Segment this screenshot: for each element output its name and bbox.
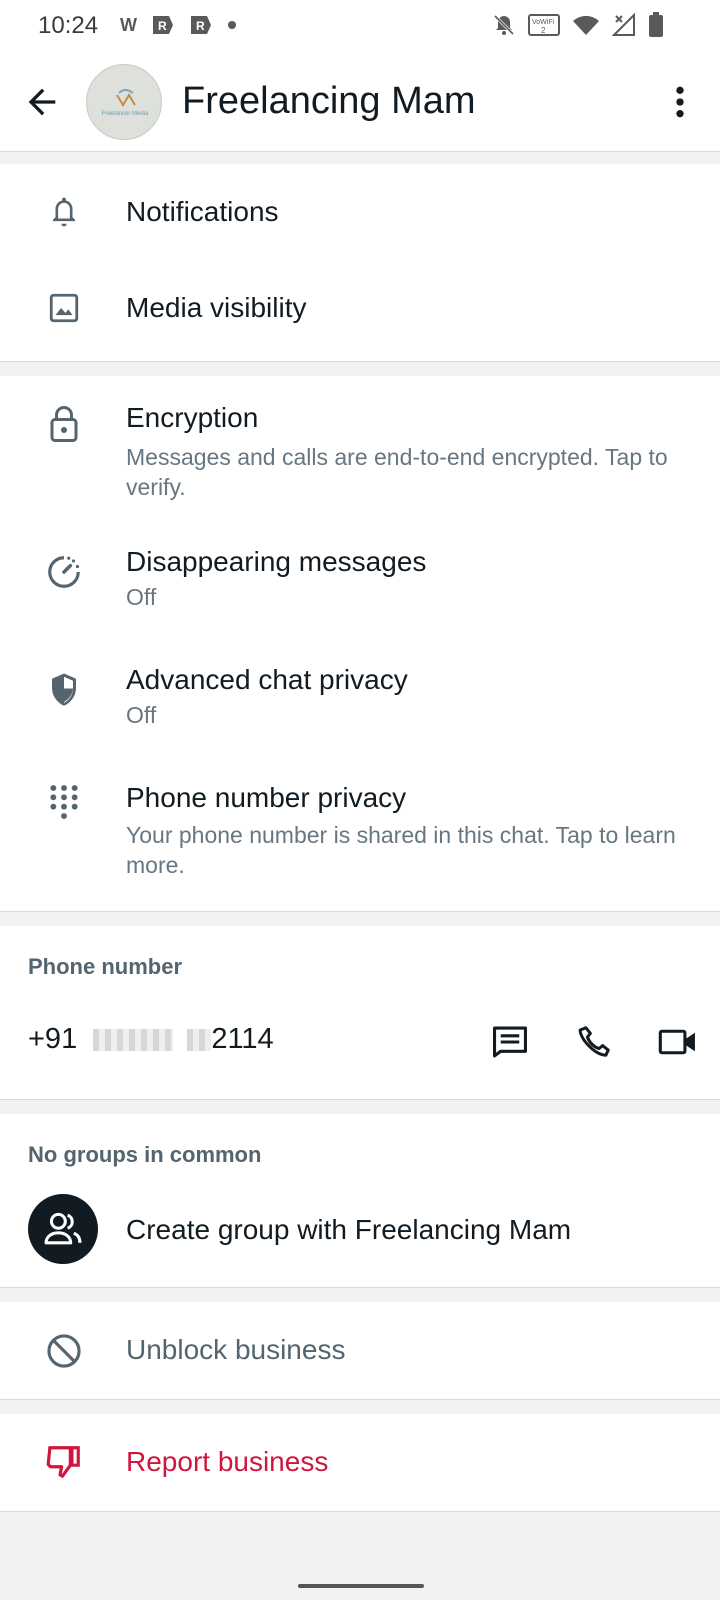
svg-text:Freelancer Media: Freelancer Media: [102, 111, 149, 117]
phone-number-header: Phone number: [28, 954, 183, 979]
report-section: Report business: [0, 1414, 720, 1512]
advanced-chat-privacy-row[interactable]: Advanced chat privacy Off: [0, 644, 720, 760]
advanced-chat-privacy-status: Off: [126, 702, 157, 728]
notifications-label: Notifications: [126, 196, 279, 227]
phone-prefix: +91: [28, 1023, 78, 1055]
encryption-label: Encryption: [126, 402, 259, 433]
dot-icon: [228, 21, 236, 29]
status-bar: 10:24 W R R VoWiFi 2: [0, 0, 720, 52]
message-button[interactable]: [486, 1018, 534, 1066]
svg-text:2: 2: [541, 26, 546, 35]
report-business-label: Report business: [126, 1446, 329, 1477]
svg-text:R: R: [196, 19, 205, 33]
svg-text:R: R: [158, 19, 167, 33]
r-app-icon: R: [153, 16, 173, 34]
phone-number-privacy-row[interactable]: Phone number privacy Your phone number i…: [0, 762, 720, 902]
groups-section: No groups in common Create group with Fr…: [0, 1114, 720, 1288]
status-left-icons: W R R: [120, 14, 237, 36]
phone-number-privacy-label: Phone number privacy: [126, 782, 407, 813]
create-group-label: Create group with Freelancing Mam: [126, 1214, 572, 1245]
more-options-icon[interactable]: [660, 82, 700, 122]
message-icon: [492, 1026, 527, 1058]
w-icon: W: [120, 14, 137, 35]
avatar[interactable]: Freelancer Media: [86, 64, 162, 140]
status-time: 10:24: [38, 12, 99, 39]
back-arrow-icon[interactable]: [22, 82, 62, 122]
disappearing-messages-label: Disappearing messages: [126, 546, 427, 577]
shield-icon: [40, 666, 88, 714]
report-business-row[interactable]: Report business: [0, 1414, 720, 1512]
dialpad-icon: [40, 780, 88, 828]
vowifi-icon: VoWiFi2: [528, 14, 560, 36]
media-visibility-label: Media visibility: [126, 292, 307, 323]
phone-number-section: Phone number +91 2114: [0, 926, 720, 1100]
unblock-business-label: Unblock business: [126, 1334, 346, 1365]
thumbs-down-icon: [40, 1438, 88, 1486]
voice-call-button[interactable]: [570, 1018, 618, 1066]
disappearing-messages-row[interactable]: Disappearing messages Off: [0, 526, 720, 642]
wifi-icon: [573, 15, 599, 35]
media-visibility-row[interactable]: Media visibility: [0, 260, 720, 358]
phone-suffix: 2114: [211, 1023, 274, 1055]
encryption-subtext: Messages and calls are end-to-end encryp…: [126, 444, 668, 500]
group-icon: [44, 1212, 82, 1245]
r-app-icon: R: [191, 16, 211, 34]
settings-section: Notifications Media visibility: [0, 164, 720, 362]
encryption-row[interactable]: Encryption Messages and calls are end-to…: [0, 376, 720, 516]
lock-icon: [40, 400, 88, 448]
video-camera-icon: [658, 1029, 695, 1055]
privacy-section: Encryption Messages and calls are end-to…: [0, 376, 720, 912]
bell-off-icon: [493, 14, 515, 36]
block-icon: [40, 1327, 88, 1375]
advanced-chat-privacy-label: Advanced chat privacy: [126, 664, 408, 695]
redacted-digits: [93, 1029, 174, 1052]
phone-number-privacy-subtext: Your phone number is shared in this chat…: [126, 822, 676, 878]
battery-icon: [649, 12, 663, 37]
unblock-section: Unblock business: [0, 1302, 720, 1400]
bell-icon: [40, 188, 88, 236]
signal-icon: [612, 13, 635, 36]
svg-text:VoWiFi: VoWiFi: [532, 19, 555, 26]
create-group-row[interactable]: Create group with Freelancing Mam: [0, 1114, 720, 1288]
video-call-button[interactable]: [654, 1018, 702, 1066]
group-avatar: [28, 1194, 98, 1264]
phone-number-value[interactable]: +91 2114: [28, 1023, 274, 1056]
redacted-digits: [187, 1029, 212, 1052]
app-bar: Freelancer Media Freelancing Mam: [0, 52, 720, 152]
disappearing-messages-status: Off: [126, 584, 157, 610]
unblock-business-row[interactable]: Unblock business: [0, 1302, 720, 1400]
phone-icon: [578, 1026, 610, 1057]
gesture-nav-handle[interactable]: [298, 1584, 424, 1588]
image-icon: [40, 284, 88, 332]
status-right-icons: VoWiFi 2: [492, 12, 664, 38]
notifications-row[interactable]: Notifications: [0, 164, 720, 260]
page-title[interactable]: Freelancing Mam: [182, 80, 476, 123]
timer-icon: [40, 548, 88, 596]
